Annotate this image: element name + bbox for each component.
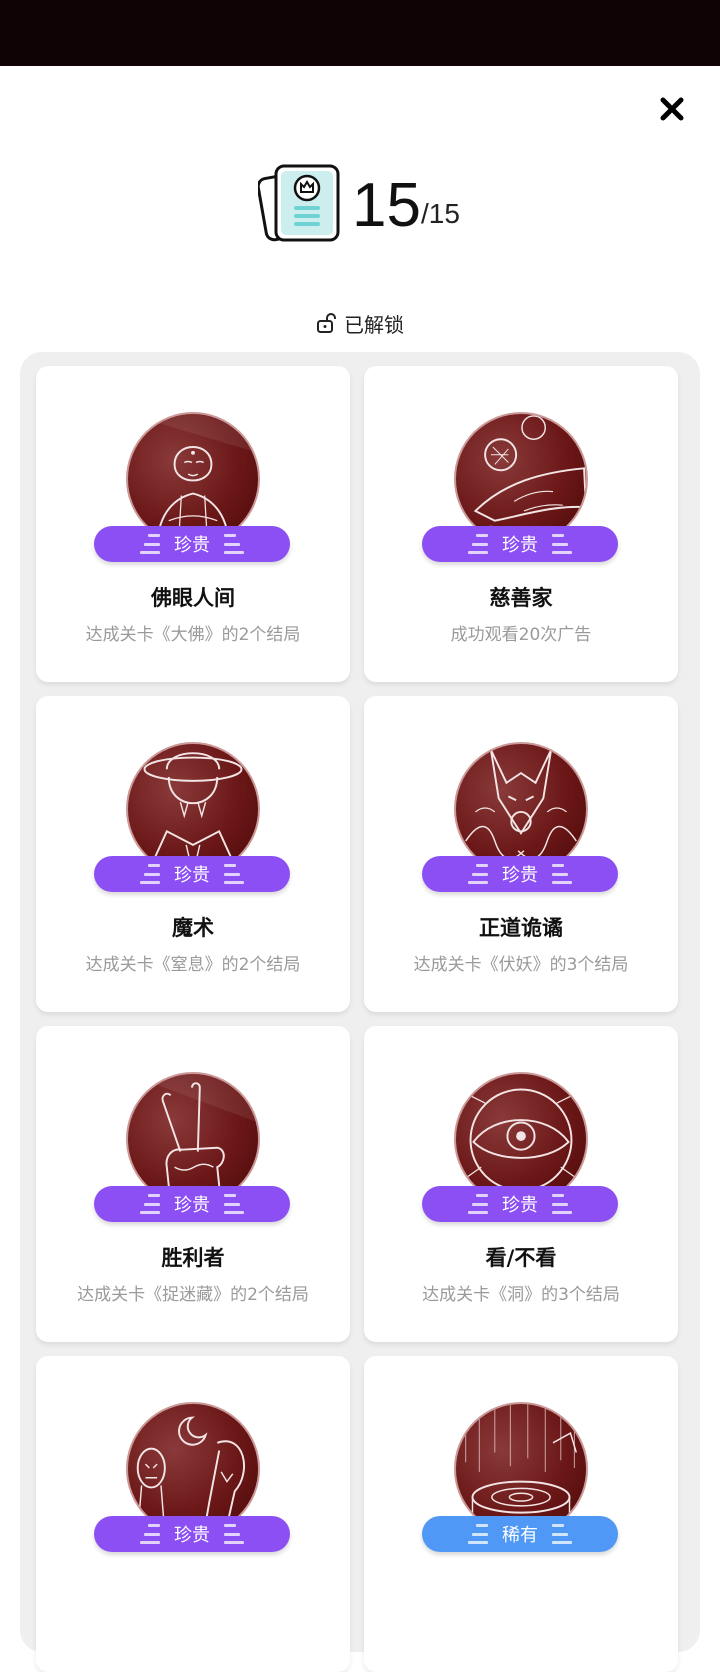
rarity-badge: 珍贵 (422, 526, 618, 562)
card-description: 成功观看20次广告 (450, 625, 592, 645)
badge-left-stripes (138, 864, 160, 884)
status-bar (0, 0, 720, 66)
achievement-card[interactable]: 珍贵 看/不看 达成关卡《洞》的3个结局 (364, 1026, 678, 1342)
unlocked-label: 已解锁 (344, 312, 404, 337)
badge-right-stripes (224, 534, 246, 554)
achievements-panel: 珍贵 佛眼人间 达成关卡《大佛》的2个结局 珍贵 慈善家 成功观看20次广告 珍… (20, 352, 700, 1672)
rarity-label: 珍贵 (174, 1525, 210, 1546)
card-description: 达成关卡《窒息》的2个结局 (85, 955, 301, 975)
badge-left-stripes (138, 1194, 160, 1214)
card-description: 达成关卡《捉迷藏》的2个结局 (77, 1285, 309, 1305)
rarity-badge: 稀有 (422, 1516, 618, 1552)
card-title: 看/不看 (485, 1246, 557, 1270)
close-button[interactable] (658, 95, 686, 123)
achievement-card[interactable]: 珍贵 胜利者 达成关卡《捉迷藏》的2个结局 (36, 1026, 350, 1342)
badge-right-stripes (552, 864, 574, 884)
close-icon[interactable] (660, 97, 684, 121)
unlocked-padlock-icon (317, 313, 336, 333)
rarity-label: 珍贵 (502, 865, 538, 886)
badge-left-stripes (138, 1524, 160, 1544)
badge-right-stripes (552, 534, 574, 554)
achievement-card[interactable]: 珍贵 魔术 达成关卡《窒息》的2个结局 (36, 696, 350, 1012)
badge-right-stripes (224, 1194, 246, 1214)
badge-right-stripes (224, 1524, 246, 1544)
card-title: 魔术 (172, 916, 214, 940)
rarity-label: 稀有 (502, 1525, 538, 1546)
rarity-badge: 珍贵 (94, 856, 290, 892)
rarity-badge: 珍贵 (94, 1186, 290, 1222)
achievement-counter: 15 /15 (258, 160, 460, 244)
card-title: 胜利者 (161, 1246, 225, 1270)
unlocked-section-header: 已解锁 (0, 308, 720, 338)
achievement-card[interactable]: 珍贵 (36, 1356, 350, 1672)
badge-left-stripes (466, 864, 488, 884)
achievement-card[interactable]: 珍贵 佛眼人间 达成关卡《大佛》的2个结局 (36, 366, 350, 682)
badge-right-stripes (552, 1194, 574, 1214)
badge-left-stripes (138, 534, 160, 554)
badge-left-stripes (466, 534, 488, 554)
card-title: 佛眼人间 (151, 586, 235, 610)
rarity-label: 珍贵 (174, 535, 210, 556)
card-title: 正道诡谲 (479, 916, 563, 940)
badge-right-stripes (552, 1524, 574, 1544)
achievement-card[interactable]: 稀有 (364, 1356, 678, 1672)
achievement-cards-icon (258, 164, 340, 242)
badge-left-stripes (466, 1524, 488, 1544)
rarity-badge: 珍贵 (422, 856, 618, 892)
card-description: 达成关卡《大佛》的2个结局 (85, 625, 301, 645)
rarity-label: 珍贵 (502, 535, 538, 556)
rarity-label: 珍贵 (174, 865, 210, 886)
rarity-badge: 珍贵 (94, 1516, 290, 1552)
card-description: 达成关卡《伏妖》的3个结局 (413, 955, 629, 975)
collected-count: 15 (352, 171, 421, 240)
achievement-card[interactable]: 珍贵 正道诡谲 达成关卡《伏妖》的3个结局 (364, 696, 678, 1012)
rarity-label: 珍贵 (502, 1195, 538, 1216)
badge-right-stripes (224, 864, 246, 884)
achievement-card[interactable]: 珍贵 慈善家 成功观看20次广告 (364, 366, 678, 682)
rarity-badge: 珍贵 (94, 526, 290, 562)
rarity-badge: 珍贵 (422, 1186, 618, 1222)
total-count: /15 (420, 198, 460, 229)
card-description: 达成关卡《洞》的3个结局 (422, 1285, 620, 1305)
rarity-label: 珍贵 (174, 1195, 210, 1216)
badge-left-stripes (466, 1194, 488, 1214)
card-title: 慈善家 (489, 586, 553, 610)
